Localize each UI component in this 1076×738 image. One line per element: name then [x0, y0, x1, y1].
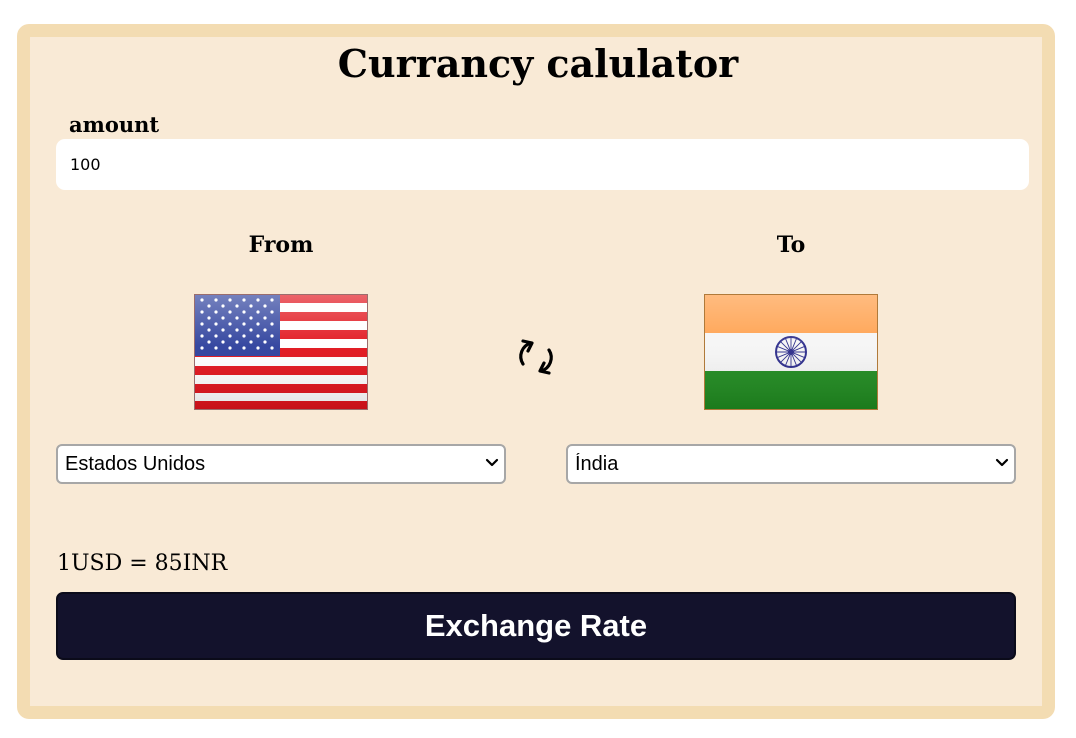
to-currency-select[interactable]: Índia [566, 444, 1016, 484]
india-flag-icon [704, 294, 878, 410]
exchange-result-text: 1USD = 85INR [57, 551, 228, 576]
to-label: To [776, 232, 806, 258]
from-label: From [248, 232, 314, 258]
from-currency-select[interactable]: Estados Unidos [56, 444, 506, 484]
page-title: Currancy calulator [337, 41, 739, 86]
amount-input[interactable] [56, 139, 1029, 190]
us-flag-icon [194, 294, 368, 410]
amount-label: amount [69, 112, 160, 137]
exchange-rate-button[interactable]: Exchange Rate [56, 592, 1016, 660]
swap-arrows-icon[interactable] [513, 334, 559, 380]
